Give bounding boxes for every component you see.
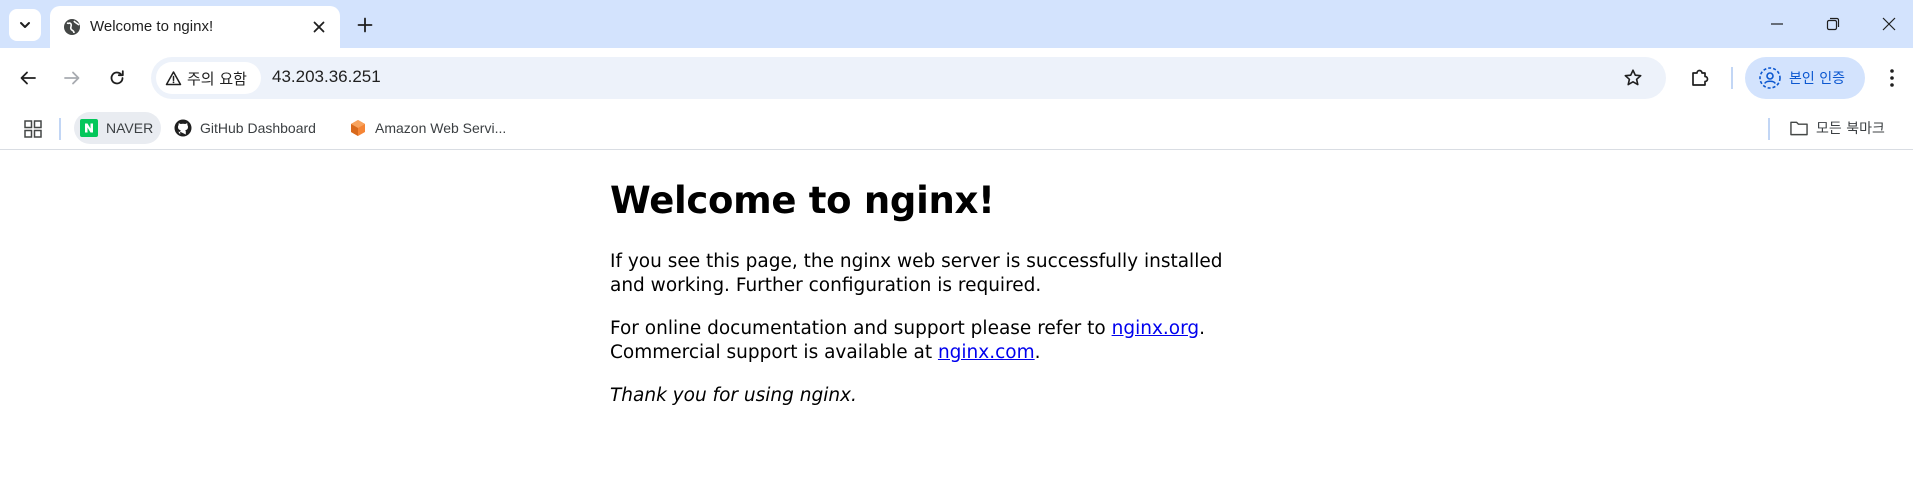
reload-button[interactable]: [103, 64, 131, 92]
intro-paragraph: If you see this page, the nginx web serv…: [610, 251, 1223, 296]
commercial-text: Commercial support is available at: [610, 342, 938, 363]
commercial-text-period: .: [1034, 342, 1041, 363]
active-tab[interactable]: Welcome to nginx!: [50, 6, 340, 48]
globe-icon: [64, 19, 80, 35]
bookmark-star-button[interactable]: [1621, 66, 1645, 90]
url-text[interactable]: 43.203.36.251: [272, 67, 381, 87]
github-icon: [174, 119, 192, 137]
close-icon: [313, 21, 325, 33]
apps-grid-icon: [24, 120, 42, 138]
all-bookmarks-button[interactable]: 모든 북마크: [1784, 112, 1893, 144]
support-paragraph: For online documentation and support ple…: [610, 317, 1250, 365]
profile-button[interactable]: 본인 인증: [1745, 57, 1865, 99]
back-button[interactable]: [14, 64, 42, 92]
tab-title: Welcome to nginx!: [90, 18, 214, 35]
restore-button[interactable]: [1810, 9, 1856, 39]
page-title: Welcome to nginx!: [610, 179, 995, 222]
warning-icon: [164, 69, 182, 87]
toolbar: 주의 요함 43.203.36.251 본인 인증: [0, 48, 1913, 108]
minimize-icon: [1771, 23, 1783, 25]
minimize-button[interactable]: [1754, 9, 1800, 39]
bookmark-naver[interactable]: NAVER: [74, 112, 162, 144]
support-text: For online documentation and support ple…: [610, 318, 1112, 339]
security-chip[interactable]: 주의 요함: [156, 62, 261, 94]
profile-label: 본인 인증: [1789, 71, 1845, 87]
extensions-button[interactable]: [1685, 63, 1715, 93]
bookmark-github-dashboard[interactable]: GitHub Dashboard: [168, 112, 324, 144]
apps-button[interactable]: [20, 116, 46, 142]
naver-icon: [80, 119, 98, 137]
bookmark-label: GitHub Dashboard: [200, 120, 316, 136]
bookmark-aws[interactable]: Amazon Web Servi...: [343, 112, 514, 144]
thank-you-text: Thank you for using nginx.: [610, 385, 857, 406]
tab-search-button[interactable]: [9, 9, 41, 41]
close-window-button[interactable]: [1866, 9, 1912, 39]
address-bar[interactable]: 주의 요함 43.203.36.251: [151, 57, 1666, 99]
browser-menu-button[interactable]: [1878, 64, 1906, 92]
new-tab-button[interactable]: [352, 12, 378, 38]
bookmarks-divider: [1768, 118, 1770, 140]
bookmarks-divider: [59, 118, 61, 140]
support-text-period: .: [1199, 318, 1206, 339]
aws-icon: [349, 119, 367, 137]
user-verification-icon: [1757, 65, 1783, 91]
page-content: Welcome to nginx! If you see this page, …: [610, 150, 1250, 408]
nginx-com-link[interactable]: nginx.com: [938, 342, 1035, 363]
bookmark-label: NAVER: [106, 120, 154, 136]
plus-icon: [357, 17, 373, 33]
tab-strip: Welcome to nginx!: [0, 0, 1913, 48]
all-bookmarks-label: 모든 북마크: [1816, 121, 1885, 137]
security-chip-label: 주의 요함: [187, 69, 247, 88]
chevron-down-icon: [20, 22, 30, 28]
reload-icon: [110, 70, 124, 85]
bookmarks-bar: NAVER GitHub Dashboard Amazon Web Servi.…: [0, 108, 1913, 150]
arrow-left-icon: [20, 71, 36, 85]
puzzle-icon: [1692, 69, 1709, 86]
close-icon: [1882, 17, 1896, 31]
restore-icon: [1826, 17, 1840, 31]
toolbar-divider: [1731, 67, 1733, 89]
nginx-org-link[interactable]: nginx.org: [1112, 318, 1200, 339]
star-icon: [1624, 69, 1642, 86]
bookmark-label: Amazon Web Servi...: [375, 120, 507, 136]
forward-button[interactable]: [58, 64, 86, 92]
more-vertical-icon: [1890, 69, 1894, 87]
folder-icon: [1790, 119, 1808, 137]
arrow-right-icon: [64, 71, 80, 85]
tab-close-button[interactable]: [308, 16, 330, 38]
